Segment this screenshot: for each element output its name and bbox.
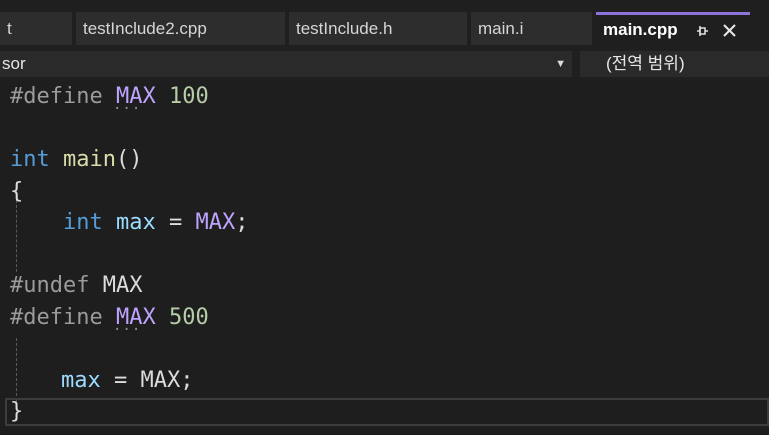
tab-testinclude-h[interactable]: testInclude.h xyxy=(289,12,467,45)
project-dropdown[interactable]: sor ▼ xyxy=(0,51,572,77)
code-line-4: { xyxy=(10,177,23,207)
macro-name[interactable]: MAX xyxy=(141,368,181,393)
punctuation: { xyxy=(10,179,24,204)
keyword: int xyxy=(10,147,50,172)
operator: = xyxy=(114,368,128,393)
code-line-1: #define MAX 100 xyxy=(10,82,209,112)
operator: = xyxy=(169,210,183,235)
tab-label: main.cpp xyxy=(603,20,678,39)
tab-testinclude2-cpp[interactable]: testInclude2.cpp xyxy=(76,12,285,45)
suggestion-dots[interactable]: ··· xyxy=(113,101,141,117)
project-dropdown-value: sor xyxy=(2,54,26,73)
current-line-highlight xyxy=(5,398,769,426)
code-line-11: } xyxy=(10,397,23,427)
tab-main-cpp[interactable]: main.cpp xyxy=(596,12,750,45)
tab-label: testInclude2.cpp xyxy=(83,19,207,38)
indent-guide xyxy=(16,338,17,406)
tab-partial[interactable]: t xyxy=(0,12,72,45)
punctuation: () xyxy=(115,147,143,172)
code-line-3: int main() xyxy=(10,145,142,175)
directive: #undef xyxy=(10,273,90,298)
keyword: int xyxy=(63,210,103,235)
pin-icon[interactable] xyxy=(696,15,710,45)
function-name[interactable]: main xyxy=(63,147,116,172)
variable[interactable]: max xyxy=(116,210,156,235)
punctuation: } xyxy=(10,399,24,424)
code-line-7: #undef MAX xyxy=(10,271,142,301)
code-line-8: #define MAX 500 xyxy=(10,303,209,333)
macro-name[interactable]: MAX xyxy=(196,210,236,235)
tab-label: testInclude.h xyxy=(296,19,393,38)
close-icon[interactable] xyxy=(722,15,737,45)
directive: #define xyxy=(10,305,103,330)
tab-bar: t testInclude2.cpp testInclude.h main.i … xyxy=(0,0,769,46)
number: 500 xyxy=(168,305,209,330)
navigation-bar: sor ▼ (전역 범위) xyxy=(0,46,769,83)
chevron-down-icon[interactable]: ▼ xyxy=(555,51,566,77)
tab-label: t xyxy=(7,19,12,38)
macro-name[interactable]: MAX xyxy=(103,273,143,298)
suggestion-dots[interactable]: ··· xyxy=(113,322,141,338)
punctuation: ; xyxy=(180,368,194,393)
scope-dropdown-value: (전역 범위) xyxy=(606,54,685,73)
code-editor[interactable]: #define MAX 100 ··· int main() { int max… xyxy=(0,82,769,435)
tab-main-i[interactable]: main.i xyxy=(471,12,592,45)
variable[interactable]: max xyxy=(61,368,101,393)
directive: #define xyxy=(10,84,103,109)
number: 100 xyxy=(168,84,209,109)
tab-label: main.i xyxy=(478,19,524,38)
scope-dropdown[interactable]: (전역 범위) xyxy=(580,51,769,77)
code-line-5: int max = MAX; xyxy=(63,208,249,238)
code-line-10: max = MAX; xyxy=(61,366,194,396)
punctuation: ; xyxy=(235,210,249,235)
